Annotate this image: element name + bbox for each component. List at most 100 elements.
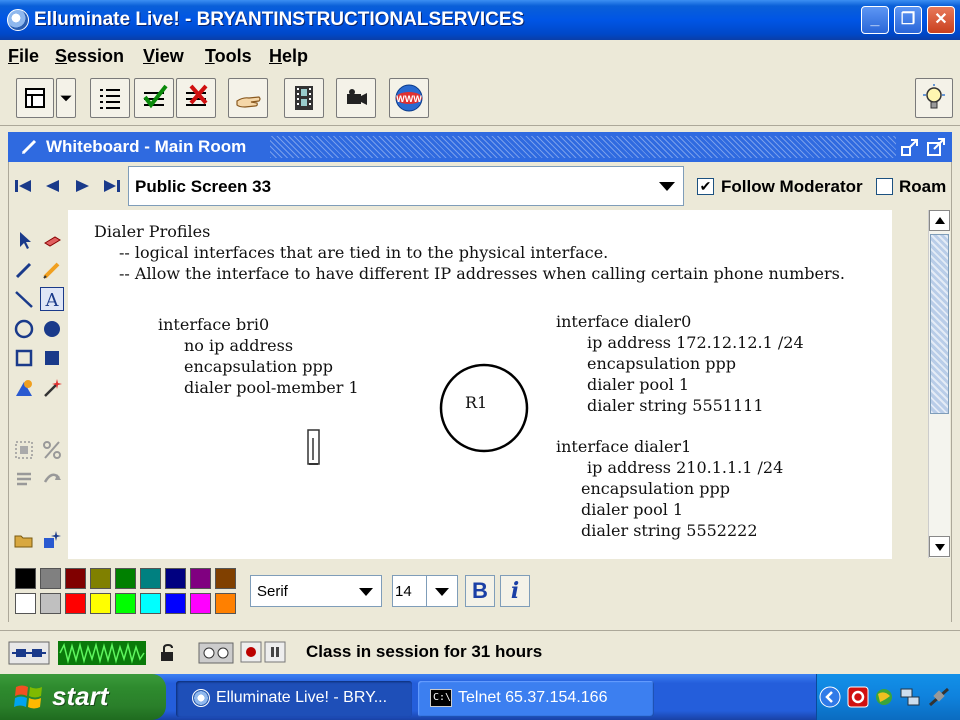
color-swatch[interactable] — [115, 568, 136, 589]
pen-tool[interactable] — [12, 258, 36, 282]
bri-config-line: dialer pool-member 1 — [184, 378, 359, 397]
follow-moderator-label: Follow Moderator — [721, 177, 863, 196]
import-tool[interactable] — [40, 528, 64, 552]
whiteboard-canvas[interactable]: Dialer Profiles -- logical interfaces th… — [68, 210, 892, 559]
scroll-thumb[interactable] — [930, 234, 949, 414]
record-icon[interactable] — [240, 641, 262, 663]
dialer1-config-line: dialer string 5552222 — [581, 521, 758, 540]
color-swatch[interactable] — [40, 593, 61, 614]
color-swatch[interactable] — [215, 593, 236, 614]
menu-view[interactable]: View — [143, 46, 184, 67]
layout-button[interactable] — [16, 78, 54, 118]
color-swatch[interactable] — [90, 568, 111, 589]
scroll-down-button[interactable] — [929, 536, 950, 557]
check-list-button[interactable] — [134, 78, 174, 118]
start-button[interactable]: start — [0, 674, 166, 720]
router-label: R1 — [465, 393, 488, 412]
font-size-select[interactable]: 14 — [392, 575, 458, 607]
magic-wand-icon — [44, 379, 62, 397]
rectangle-tool[interactable] — [12, 346, 36, 370]
send-back-tool[interactable] — [12, 467, 36, 491]
taskbar-item-elluminate[interactable]: Elluminate Live! - BRY... — [176, 681, 412, 717]
recorder-icon[interactable] — [198, 641, 234, 665]
italic-button[interactable]: i — [500, 575, 530, 607]
list-button[interactable] — [90, 78, 130, 118]
cut-tool[interactable] — [40, 438, 64, 462]
circle-tool[interactable] — [12, 317, 36, 341]
clipart-tool[interactable] — [12, 376, 36, 400]
title-bar[interactable]: Elluminate Live! - BRYANTINSTRUCTIONALSE… — [0, 0, 960, 40]
menu-session[interactable]: Session — [55, 46, 124, 67]
color-swatch[interactable] — [190, 593, 211, 614]
screen-selector[interactable]: Public Screen 33 — [128, 166, 684, 206]
maximize-panel-icon[interactable] — [926, 137, 946, 157]
color-swatch[interactable] — [40, 568, 61, 589]
follow-moderator-checkbox[interactable]: ✔ — [697, 178, 714, 195]
bring-front-tool[interactable] — [40, 467, 64, 491]
web-tour-button[interactable]: WWW — [389, 78, 429, 118]
pen-icon — [15, 262, 32, 279]
color-swatch[interactable] — [15, 568, 36, 589]
film-button[interactable] — [284, 78, 324, 118]
menu-file[interactable]: File — [8, 46, 39, 67]
bri-config-line: no ip address — [184, 336, 294, 355]
lock-open-icon[interactable] — [158, 643, 178, 663]
previous-screen-icon[interactable] — [43, 179, 63, 193]
color-swatch[interactable] — [140, 593, 161, 614]
open-file-tool[interactable] — [12, 528, 36, 552]
select-tool[interactable] — [12, 228, 36, 252]
color-swatch[interactable] — [140, 568, 161, 589]
circle-filled-icon — [44, 321, 60, 337]
roam-checkbox[interactable] — [876, 178, 893, 195]
layout-dropdown-button[interactable] — [56, 78, 76, 118]
color-swatch[interactable] — [65, 568, 86, 589]
network-globe-icon[interactable] — [873, 686, 895, 708]
maximize-button[interactable]: ❐ — [894, 6, 922, 34]
layout-dropdown-icon — [60, 95, 72, 102]
font-family-value: Serif — [257, 583, 288, 600]
last-screen-icon[interactable] — [101, 179, 121, 193]
camera-button[interactable] — [336, 78, 376, 118]
next-screen-icon[interactable] — [72, 179, 92, 193]
scroll-up-button[interactable] — [929, 210, 950, 231]
menu-tools[interactable]: Tools — [205, 46, 252, 67]
text-tool[interactable]: A — [40, 287, 64, 311]
network-computers-icon[interactable] — [899, 686, 921, 708]
font-family-select[interactable]: Serif — [250, 575, 382, 607]
clipart-icon — [16, 380, 32, 396]
magic-wand-tool[interactable] — [40, 376, 64, 400]
color-swatch[interactable] — [165, 568, 186, 589]
satellite-icon[interactable] — [927, 686, 951, 708]
eraser-icon — [44, 236, 61, 247]
filled-rectangle-tool[interactable] — [40, 346, 64, 370]
taskbar-item-telnet[interactable]: C:\ Telnet 65.37.154.166 — [418, 681, 654, 717]
pause-icon[interactable] — [264, 641, 286, 663]
antivirus-icon[interactable] — [847, 686, 869, 708]
minimize-button[interactable]: _ — [861, 6, 889, 34]
color-swatch[interactable] — [90, 593, 111, 614]
color-swatch[interactable] — [115, 593, 136, 614]
x-list-button[interactable] — [176, 78, 216, 118]
color-swatch[interactable] — [65, 593, 86, 614]
color-swatch[interactable] — [15, 593, 36, 614]
raise-hand-button[interactable] — [228, 78, 268, 118]
tray-expand-icon[interactable] — [819, 686, 841, 708]
undock-icon[interactable] — [900, 137, 920, 157]
highlighter-tool[interactable] — [40, 258, 64, 282]
color-swatch[interactable] — [190, 568, 211, 589]
menu-help[interactable]: Help — [269, 46, 308, 67]
first-screen-icon[interactable] — [14, 179, 34, 193]
eraser-tool[interactable] — [40, 228, 64, 252]
close-button[interactable]: ✕ — [927, 6, 955, 34]
color-swatch[interactable] — [215, 568, 236, 589]
vertical-scrollbar[interactable] — [928, 210, 950, 558]
chevron-down-icon — [435, 588, 449, 596]
line-tool[interactable] — [12, 287, 36, 311]
main-toolbar: WWW — [0, 72, 960, 126]
bold-button[interactable]: B — [465, 575, 495, 607]
group-tool[interactable] — [12, 438, 36, 462]
filled-circle-tool[interactable] — [40, 317, 64, 341]
color-swatch[interactable] — [165, 593, 186, 614]
lightbulb-button[interactable] — [915, 78, 953, 118]
rectangle-outline-icon — [15, 349, 33, 367]
